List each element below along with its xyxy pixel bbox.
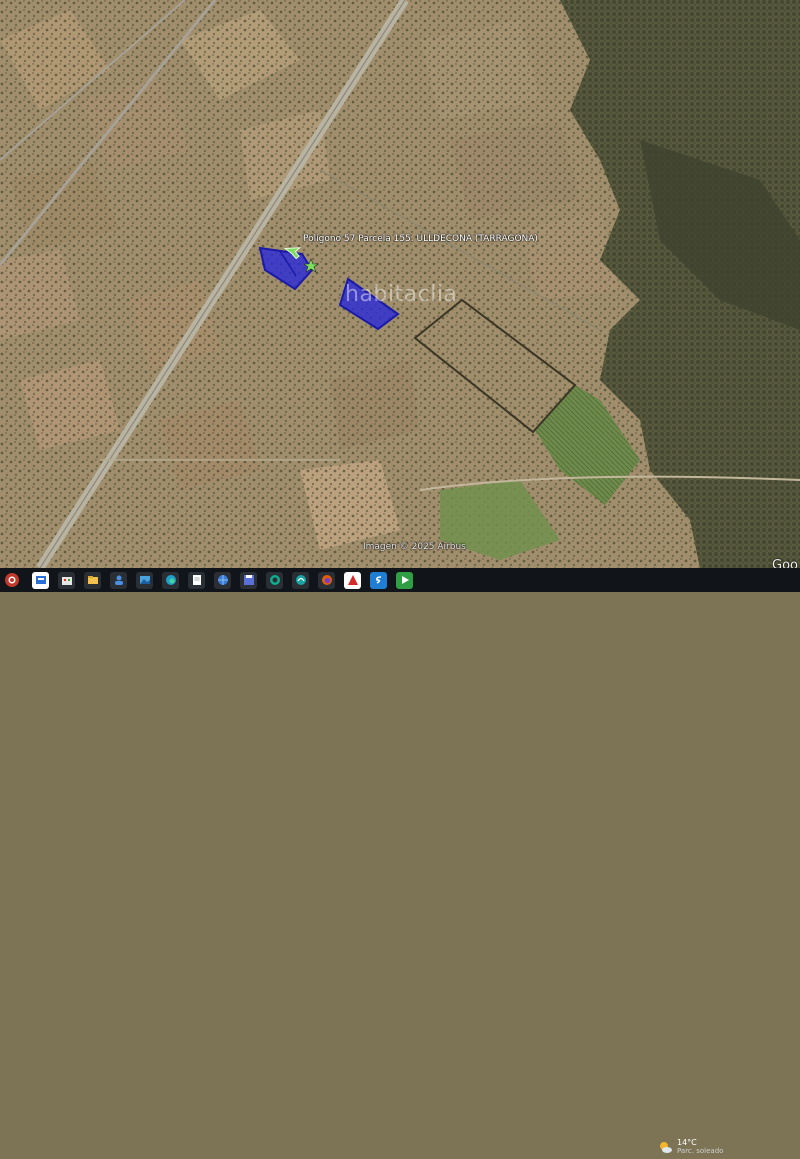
- satellite-map[interactable]: Polígono 57 Parcela 155. ULLDECONA (TARR…: [0, 0, 800, 568]
- save-icon[interactable]: [240, 571, 257, 589]
- imagery-credit: Imagen © 2025 Airbus: [363, 542, 466, 552]
- acrobat-icon[interactable]: [344, 571, 361, 589]
- watermark: habitaclia: [345, 282, 458, 307]
- weather-temperature: 14°C: [677, 1138, 697, 1147]
- file-explorer-icon[interactable]: [32, 571, 49, 589]
- partly-sunny-icon: [658, 1140, 673, 1155]
- weather-widget[interactable]: 14°C Parc. soleado: [658, 1138, 723, 1156]
- contacts-icon[interactable]: [110, 571, 127, 589]
- folder-icon[interactable]: [84, 571, 101, 589]
- photos-icon[interactable]: [136, 571, 153, 589]
- provider-mark: Goo: [772, 558, 798, 568]
- weather-condition: Parc. soleado: [677, 1147, 724, 1155]
- store-icon[interactable]: [58, 571, 75, 589]
- document-icon[interactable]: [188, 571, 205, 589]
- chrome-like-icon[interactable]: [292, 571, 309, 589]
- taskbar: 14°C Parc. soleado: [0, 568, 800, 1155]
- webex-icon[interactable]: [266, 571, 283, 589]
- parcel-label: Polígono 57 Parcela 155. ULLDECONA (TARR…: [303, 234, 538, 244]
- start-icon[interactable]: [4, 572, 20, 588]
- globe-icon[interactable]: [214, 571, 231, 589]
- project-icon[interactable]: [396, 571, 413, 589]
- edge-icon[interactable]: [162, 571, 179, 589]
- sway-icon[interactable]: [370, 571, 387, 589]
- firefox-icon[interactable]: [318, 571, 335, 589]
